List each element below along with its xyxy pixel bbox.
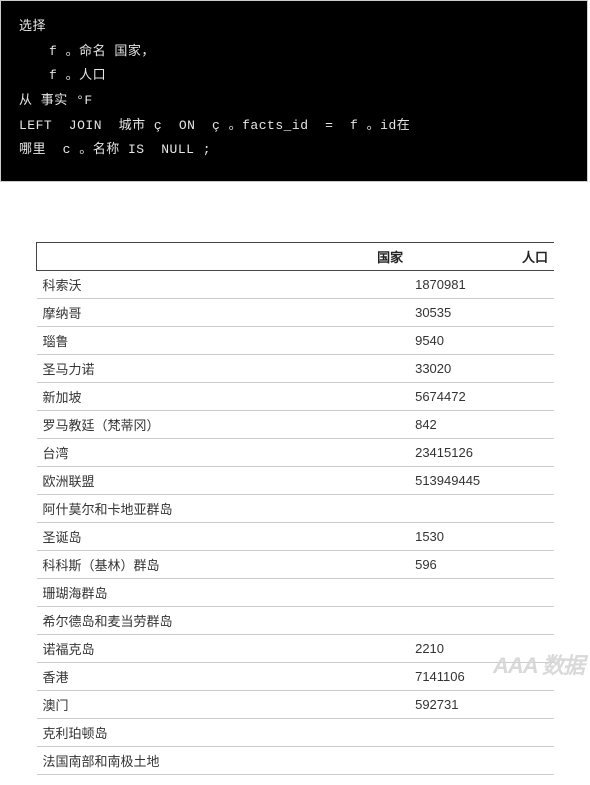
cell-country: 希尔德岛和麦当劳群岛: [37, 607, 410, 635]
code-line: f 。命名 国家，: [19, 40, 569, 65]
cell-population: 596: [409, 551, 554, 579]
cell-country: 圣马力诺: [37, 355, 410, 383]
cell-country: 欧洲联盟: [37, 467, 410, 495]
cell-country: 台湾: [37, 439, 410, 467]
col-population: 人口: [409, 243, 554, 271]
cell-country: 法国南部和南极土地: [37, 747, 410, 775]
watermark: AAA 数据: [493, 648, 584, 680]
table-row: 珊瑚海群岛: [37, 579, 555, 607]
cell-population: 30535: [409, 299, 554, 327]
cell-country: 克利珀顿岛: [37, 719, 410, 747]
table-row: 摩纳哥30535: [37, 299, 555, 327]
table-row: 欧洲联盟513949445: [37, 467, 555, 495]
sql-code-block: 选择f 。命名 国家，f 。人口从 事实 °FLEFT JOIN 城市 ç ON…: [1, 1, 587, 181]
table-row: 克利珀顿岛: [37, 719, 555, 747]
cell-population: 5674472: [409, 383, 554, 411]
cell-population: [409, 579, 554, 607]
cell-country: 阿什莫尔和卡地亚群岛: [37, 495, 410, 523]
code-line: 哪里 c 。名称 IS NULL ;: [19, 138, 569, 163]
cell-country: 珊瑚海群岛: [37, 579, 410, 607]
table-row: 罗马教廷（梵蒂冈）842: [37, 411, 555, 439]
table-row: 台湾23415126: [37, 439, 555, 467]
result-table: 国家 人口 科索沃1870981摩纳哥30535瑙鲁9540圣马力诺33020新…: [36, 242, 554, 775]
cell-population: 23415126: [409, 439, 554, 467]
table-row: 阿什莫尔和卡地亚群岛: [37, 495, 555, 523]
table-row: 圣诞岛1530: [37, 523, 555, 551]
cell-country: 澳门: [37, 691, 410, 719]
cell-population: 33020: [409, 355, 554, 383]
cell-country: 圣诞岛: [37, 523, 410, 551]
cell-country: 科索沃: [37, 271, 410, 299]
col-country: 国家: [37, 243, 410, 271]
cell-population: 842: [409, 411, 554, 439]
table-row: 科科斯（基林）群岛596: [37, 551, 555, 579]
table-row: 圣马力诺33020: [37, 355, 555, 383]
cell-population: [409, 495, 554, 523]
cell-population: 592731: [409, 691, 554, 719]
table-row: 希尔德岛和麦当劳群岛: [37, 607, 555, 635]
cell-country: 新加坡: [37, 383, 410, 411]
cell-population: [409, 607, 554, 635]
cell-country: 罗马教廷（梵蒂冈）: [37, 411, 410, 439]
code-line: 从 事实 °F: [19, 89, 569, 114]
cell-country: 科科斯（基林）群岛: [37, 551, 410, 579]
cell-population: 513949445: [409, 467, 554, 495]
table-row: 新加坡5674472: [37, 383, 555, 411]
result-table-area: 国家 人口 科索沃1870981摩纳哥30535瑙鲁9540圣马力诺33020新…: [0, 182, 590, 785]
table-row: 瑙鲁9540: [37, 327, 555, 355]
code-line: LEFT JOIN 城市 ç ON ç 。facts_id = f 。id在: [19, 114, 569, 139]
cell-population: 1870981: [409, 271, 554, 299]
cell-country: 瑙鲁: [37, 327, 410, 355]
table-row: 法国南部和南极土地: [37, 747, 555, 775]
table-row: 诺福克岛2210: [37, 635, 555, 663]
cell-country: 香港: [37, 663, 410, 691]
code-line: 选择: [19, 15, 569, 40]
cell-population: 9540: [409, 327, 554, 355]
table-row: 科索沃1870981: [37, 271, 555, 299]
cell-population: [409, 719, 554, 747]
cell-population: 1530: [409, 523, 554, 551]
table-row: 香港7141106: [37, 663, 555, 691]
cell-country: 摩纳哥: [37, 299, 410, 327]
table-body: 科索沃1870981摩纳哥30535瑙鲁9540圣马力诺33020新加坡5674…: [37, 271, 555, 775]
cell-population: [409, 747, 554, 775]
code-line: f 。人口: [19, 64, 569, 89]
table-row: 澳门592731: [37, 691, 555, 719]
cell-country: 诺福克岛: [37, 635, 410, 663]
